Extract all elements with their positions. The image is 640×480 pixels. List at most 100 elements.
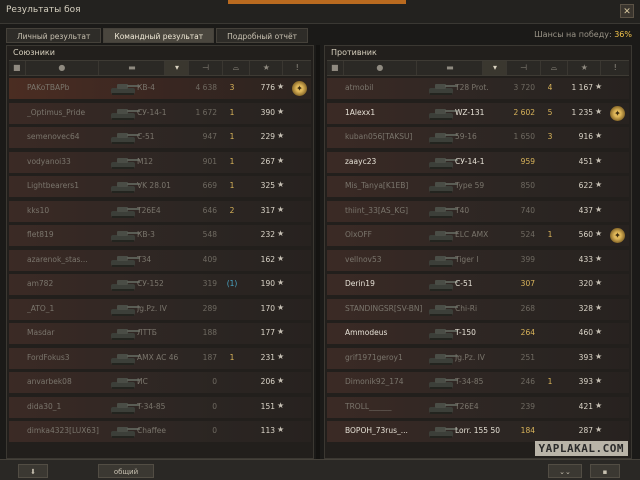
kills-icon[interactable]: ⊣ — [507, 61, 541, 75]
tank-icon — [107, 301, 141, 318]
enemies-row[interactable]: grif1971geroy1 Jg.Pz. IV 251 393 ★ — [327, 347, 629, 369]
enemies-row[interactable]: OlxOFF ELC AMX 524 1 560 ★ ✦ — [327, 225, 629, 246]
star-icon[interactable]: ★ — [250, 61, 284, 75]
enemies-title: Противник — [331, 48, 377, 57]
medal-icon: ✦ — [610, 105, 625, 121]
xp-value: 170 — [260, 303, 275, 313]
allies-row[interactable]: flet819 КВ-3 548 232 ★ — [9, 225, 311, 246]
medal-header-icon[interactable]: ! — [283, 61, 311, 75]
star-icon: ★ — [277, 425, 285, 434]
damage-value: 0 — [212, 377, 217, 386]
allies-title: Союзники — [13, 48, 55, 57]
damage-value: 399 — [520, 254, 535, 264]
allies-row[interactable]: Lightbearers1 VK 28.01 669 1 325 ★ — [9, 176, 311, 197]
tank-icon[interactable]: ▬ — [417, 61, 484, 75]
allies-row[interactable]: PAKoTBAPb КВ-4 4 638 3 776 ★ ✦ — [9, 78, 311, 99]
star-icon[interactable]: ★ — [568, 61, 602, 75]
close-button[interactable]: ✕ — [620, 4, 634, 18]
xp-value: 328 — [578, 303, 593, 313]
medal-header-icon[interactable]: ! — [601, 61, 629, 75]
allies-row[interactable]: Masdar ЛТТБ 188 177 ★ — [9, 323, 311, 344]
tab-team-result[interactable]: Командный результат — [103, 28, 215, 43]
tank-icon — [425, 129, 459, 146]
tank-icon — [107, 203, 141, 220]
person-icon[interactable]: ● — [344, 61, 418, 75]
allies-row[interactable]: _Optimus_Pride СУ-14-1 1 672 1 390 ★ — [9, 102, 311, 124]
tank-icon — [425, 350, 459, 367]
title-bar: Результаты боя ✕ — [0, 0, 640, 24]
allies-column-header: ■ ● ▬ ▾ ⊣ ⌓ ★ ! — [9, 60, 311, 76]
kills-value: 1 — [229, 156, 235, 166]
tank-icon — [425, 203, 459, 220]
kills-icon[interactable]: ⊣ — [189, 61, 223, 75]
damage-value: 188 — [202, 328, 217, 337]
kills-value: 3 — [229, 83, 235, 92]
star-icon: ★ — [277, 131, 285, 140]
enemies-row[interactable]: Ammodeus T-150 264 460 ★ — [327, 323, 629, 344]
allies-row[interactable]: anvarbek08 ИС 0 206 ★ — [9, 372, 311, 393]
square-icon[interactable]: ■ — [9, 61, 26, 75]
damage-value: 0 — [212, 426, 217, 435]
allies-row[interactable]: azarenok_stas... Т34 409 162 ★ — [9, 249, 311, 271]
allies-row[interactable]: dimka4323[LUX63] Chaffee 0 113 ★ — [9, 421, 311, 442]
footer-menu-button[interactable]: ▪ — [590, 464, 620, 478]
enemies-row[interactable]: Mis_Tanya[K1EB] Type 59 850 622 ★ — [327, 176, 629, 197]
damage-value: 548 — [202, 230, 217, 239]
tank-icon — [107, 399, 141, 416]
xp-value: 229 — [260, 132, 275, 141]
download-button[interactable]: ⬇ — [18, 464, 48, 478]
win-chance-label: Шансы на победу: — [534, 30, 612, 39]
damage-value: 524 — [520, 230, 535, 239]
xp-value: 451 — [578, 156, 593, 166]
xp-value: 1 235 — [571, 107, 593, 117]
star-icon: ★ — [595, 204, 603, 214]
damage-value: 646 — [202, 205, 217, 215]
enemies-row[interactable]: atmobil T28 Prot. 3 720 4 1 167 ★ — [327, 78, 629, 99]
window-title: Результаты боя — [6, 5, 81, 15]
tank-icon — [107, 252, 141, 269]
xp-value: 287 — [578, 426, 593, 435]
top-accent-bar — [228, 0, 406, 4]
allies-row[interactable]: _ATO_1 Jg.Pz. IV 289 170 ★ — [9, 298, 311, 320]
tank-kills-icon[interactable]: ⌓ — [541, 61, 569, 75]
person-icon[interactable]: ● — [26, 61, 100, 75]
enemies-row[interactable]: BOPOH_73rus_... Lorr. 155 50 184 287 ★ — [327, 421, 629, 442]
star-icon: ★ — [595, 327, 603, 336]
tab-personal-result[interactable]: Личный результат — [6, 28, 102, 43]
enemies-row[interactable]: 1Alexx1 WZ-131 2 602 5 1 235 ★ ✦ — [327, 102, 629, 124]
enemies-row[interactable]: STANDINGSR[SV-BN] Chi-Ri 268 328 ★ — [327, 298, 629, 320]
damage-value: 959 — [520, 156, 535, 166]
allies-row[interactable]: am782 СУ-152 319 (1) 190 ★ — [9, 274, 311, 295]
enemies-row[interactable]: zaayc23 СУ-14-1 959 451 ★ — [327, 151, 629, 173]
panel-divider — [316, 45, 320, 459]
tank-icon[interactable]: ▬ — [99, 61, 166, 75]
tank-icon — [425, 276, 459, 293]
allies-row[interactable]: FordFokus3 AMX AC 46 187 1 231 ★ — [9, 347, 311, 369]
star-icon: ★ — [595, 278, 603, 287]
enemies-row[interactable]: vellnov53 Tiger I 399 433 ★ — [327, 249, 629, 271]
star-icon: ★ — [595, 376, 603, 385]
xp-value: 460 — [578, 328, 593, 337]
damage-value: 901 — [202, 156, 217, 166]
tank-kills-icon[interactable]: ⌓ — [223, 61, 251, 75]
footer-chat-button[interactable]: общий — [98, 464, 154, 478]
kills-value: 1 — [229, 107, 235, 117]
tab-detailed-report[interactable]: Подробный отчёт — [216, 28, 308, 43]
enemies-row[interactable]: thiint_33[AS_KG] Т40 740 437 ★ — [327, 200, 629, 222]
allies-row[interactable]: kks10 T26E4 646 2 317 ★ — [9, 200, 311, 222]
sort-damage-icon[interactable]: ▾ — [483, 61, 508, 75]
xp-value: 433 — [578, 254, 593, 264]
kills-value: 2 — [229, 205, 235, 215]
enemies-row[interactable]: TROLL______ T26E4 239 421 ★ — [327, 396, 629, 418]
star-icon: ★ — [277, 229, 285, 238]
damage-value: 2 602 — [513, 107, 535, 117]
square-icon[interactable]: ■ — [327, 61, 344, 75]
enemies-row[interactable]: Dimonik92_174 T-34-85 246 1 393 ★ — [327, 372, 629, 393]
enemies-row[interactable]: kuban056[TAKSU] 59-16 1 650 3 916 ★ — [327, 127, 629, 148]
allies-row[interactable]: dida30_1 T-34-85 0 151 ★ — [9, 396, 311, 418]
footer-chevron-button[interactable]: ⌄⌄ — [548, 464, 582, 478]
enemies-row[interactable]: Derin19 С-51 307 320 ★ — [327, 274, 629, 295]
sort-damage-icon[interactable]: ▾ — [165, 61, 190, 75]
allies-row[interactable]: vodyanoi33 M12 901 1 267 ★ — [9, 151, 311, 173]
allies-row[interactable]: semenovec64 С-51 947 1 229 ★ — [9, 127, 311, 148]
